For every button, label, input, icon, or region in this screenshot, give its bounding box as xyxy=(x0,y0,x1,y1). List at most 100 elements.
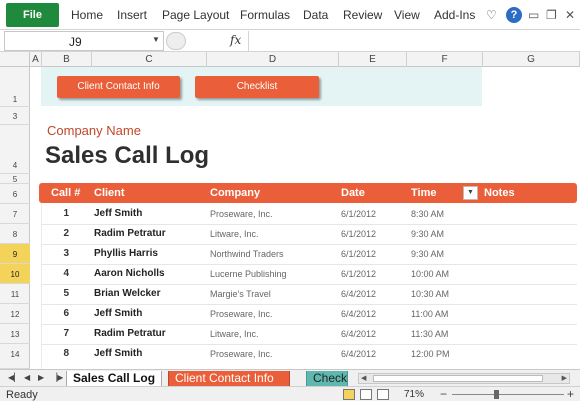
cell-call-number[interactable]: 2 xyxy=(55,228,69,239)
fx-icon[interactable]: fx xyxy=(230,33,241,47)
row-header[interactable]: 4 xyxy=(0,125,30,174)
worksheet-grid[interactable]: Client Contact Info Checklist Company Na… xyxy=(31,67,580,369)
cell-date[interactable]: 6/1/2012 xyxy=(341,249,376,259)
tab-formulas[interactable]: Formulas xyxy=(240,8,290,22)
minimize-ribbon-icon[interactable]: ▭ xyxy=(528,7,539,23)
cell-call-number[interactable]: 5 xyxy=(55,288,69,299)
tab-data[interactable]: Data xyxy=(303,8,328,22)
cell-company[interactable]: Litware, Inc. xyxy=(210,329,259,339)
heart-icon[interactable]: ♡ xyxy=(486,7,497,23)
cell-call-number[interactable]: 3 xyxy=(55,248,69,259)
row-header[interactable]: 7 xyxy=(0,204,30,224)
page-layout-view-icon[interactable] xyxy=(360,389,372,400)
cell-client[interactable]: Radim Petratur xyxy=(94,328,166,339)
cell-company[interactable]: Proseware, Inc. xyxy=(210,349,273,359)
first-sheet-icon[interactable]: ◀▏ xyxy=(8,373,20,382)
checklist-button[interactable]: Checklist xyxy=(195,76,319,98)
cell-client[interactable]: Brian Welcker xyxy=(94,288,161,299)
header-date[interactable]: Date xyxy=(341,187,365,199)
column-header-c[interactable]: C xyxy=(92,52,207,67)
header-notes[interactable]: Notes xyxy=(484,187,515,199)
column-header-f[interactable]: F xyxy=(407,52,483,67)
select-all-corner[interactable] xyxy=(0,52,30,67)
page-break-view-icon[interactable] xyxy=(377,389,389,400)
cell-time[interactable]: 8:30 AM xyxy=(411,209,444,219)
cell-date[interactable]: 6/4/2012 xyxy=(341,349,376,359)
scroll-left-icon[interactable]: ◀ xyxy=(361,374,366,382)
cell-date[interactable]: 6/1/2012 xyxy=(341,209,376,219)
zoom-out-icon[interactable]: − xyxy=(440,388,447,400)
last-sheet-icon[interactable]: ▕▶ xyxy=(51,373,63,382)
next-sheet-icon[interactable]: ▶ xyxy=(38,373,44,382)
cell-client[interactable]: Aaron Nicholls xyxy=(94,268,165,279)
cell-time[interactable]: 10:30 AM xyxy=(411,289,449,299)
cell-date[interactable]: 6/4/2012 xyxy=(341,289,376,299)
cell-date[interactable]: 6/4/2012 xyxy=(341,309,376,319)
cell-time[interactable]: 11:00 AM xyxy=(411,309,448,319)
cell-call-number[interactable]: 4 xyxy=(55,268,69,279)
cell-date[interactable]: 6/1/2012 xyxy=(341,269,376,279)
cell-client[interactable]: Jeff Smith xyxy=(94,348,142,359)
cell-company[interactable]: Margie's Travel xyxy=(210,289,271,299)
tab-view[interactable]: View xyxy=(394,8,420,22)
row-header[interactable]: 5 xyxy=(0,174,30,184)
cell-date[interactable]: 6/1/2012 xyxy=(341,229,376,239)
sheet-tab-checklist[interactable]: Checkl xyxy=(306,371,348,387)
tab-review[interactable]: Review xyxy=(343,8,382,22)
row-header[interactable]: 8 xyxy=(0,224,30,244)
zoom-in-icon[interactable]: + xyxy=(567,388,574,400)
zoom-slider[interactable] xyxy=(452,394,564,395)
company-name-label[interactable]: Company Name xyxy=(47,123,141,138)
cell-call-number[interactable]: 1 xyxy=(55,208,69,219)
scroll-thumb[interactable] xyxy=(373,375,543,382)
scroll-right-icon[interactable]: ▶ xyxy=(562,374,567,382)
column-header-b[interactable]: B xyxy=(42,52,92,67)
cell-time[interactable]: 9:30 AM xyxy=(411,249,444,259)
cell-client[interactable]: Radim Petratur xyxy=(94,228,166,239)
tab-insert[interactable]: Insert xyxy=(117,8,147,22)
file-tab[interactable]: File xyxy=(6,3,59,27)
row-header[interactable]: 13 xyxy=(0,324,30,344)
normal-view-icon[interactable] xyxy=(343,389,355,400)
filter-dropdown-icon[interactable]: ▼ xyxy=(463,186,478,200)
header-time[interactable]: Time xyxy=(411,187,436,199)
cell-time[interactable]: 11:30 AM xyxy=(411,329,448,339)
row-header-selected[interactable]: 10 xyxy=(0,264,30,284)
tab-page-layout[interactable]: Page Layout xyxy=(162,8,229,22)
horizontal-scrollbar[interactable]: ◀ ▶ xyxy=(358,373,570,384)
cell-company[interactable]: Lucerne Publishing xyxy=(210,269,287,279)
row-header[interactable]: 3 xyxy=(0,107,30,125)
name-box[interactable]: J9 ▼ xyxy=(4,31,164,51)
page-title[interactable]: Sales Call Log xyxy=(45,142,209,170)
column-header-d[interactable]: D xyxy=(207,52,339,67)
close-icon[interactable]: ✕ xyxy=(565,7,575,23)
restore-icon[interactable]: ❐ xyxy=(546,7,557,23)
client-contact-info-button[interactable]: Client Contact Info xyxy=(57,76,180,98)
cell-company[interactable]: Litware, Inc. xyxy=(210,229,259,239)
header-client[interactable]: Client xyxy=(94,187,125,199)
zoom-level[interactable]: 71% xyxy=(404,389,424,400)
row-header[interactable]: 14 xyxy=(0,344,30,369)
row-header-selected[interactable]: 9 xyxy=(0,244,30,264)
sheet-tab-sales-call-log[interactable]: Sales Call Log xyxy=(66,371,163,387)
zoom-slider-thumb[interactable] xyxy=(494,390,499,399)
cell-time[interactable]: 10:00 AM xyxy=(411,269,449,279)
help-icon[interactable]: ? xyxy=(506,7,522,23)
cell-date[interactable]: 6/4/2012 xyxy=(341,329,376,339)
row-header[interactable]: 1 xyxy=(0,67,30,107)
chevron-down-icon[interactable]: ▼ xyxy=(152,35,160,44)
prev-sheet-icon[interactable]: ◀ xyxy=(24,373,30,382)
formula-bar-splitter[interactable] xyxy=(166,32,186,50)
tab-home[interactable]: Home xyxy=(71,8,103,22)
column-header-a[interactable]: A xyxy=(30,52,42,67)
formula-input[interactable] xyxy=(248,31,576,51)
column-header-g[interactable]: G xyxy=(483,52,580,67)
cell-call-number[interactable]: 7 xyxy=(55,328,69,339)
cell-company[interactable]: Proseware, Inc. xyxy=(210,309,273,319)
tab-add-ins[interactable]: Add-Ins xyxy=(434,8,475,22)
cell-call-number[interactable]: 6 xyxy=(55,308,69,319)
cell-time[interactable]: 9:30 AM xyxy=(411,229,444,239)
cell-time[interactable]: 12:00 PM xyxy=(411,349,450,359)
row-header[interactable]: 12 xyxy=(0,304,30,324)
cell-company[interactable]: Northwind Traders xyxy=(210,249,284,259)
